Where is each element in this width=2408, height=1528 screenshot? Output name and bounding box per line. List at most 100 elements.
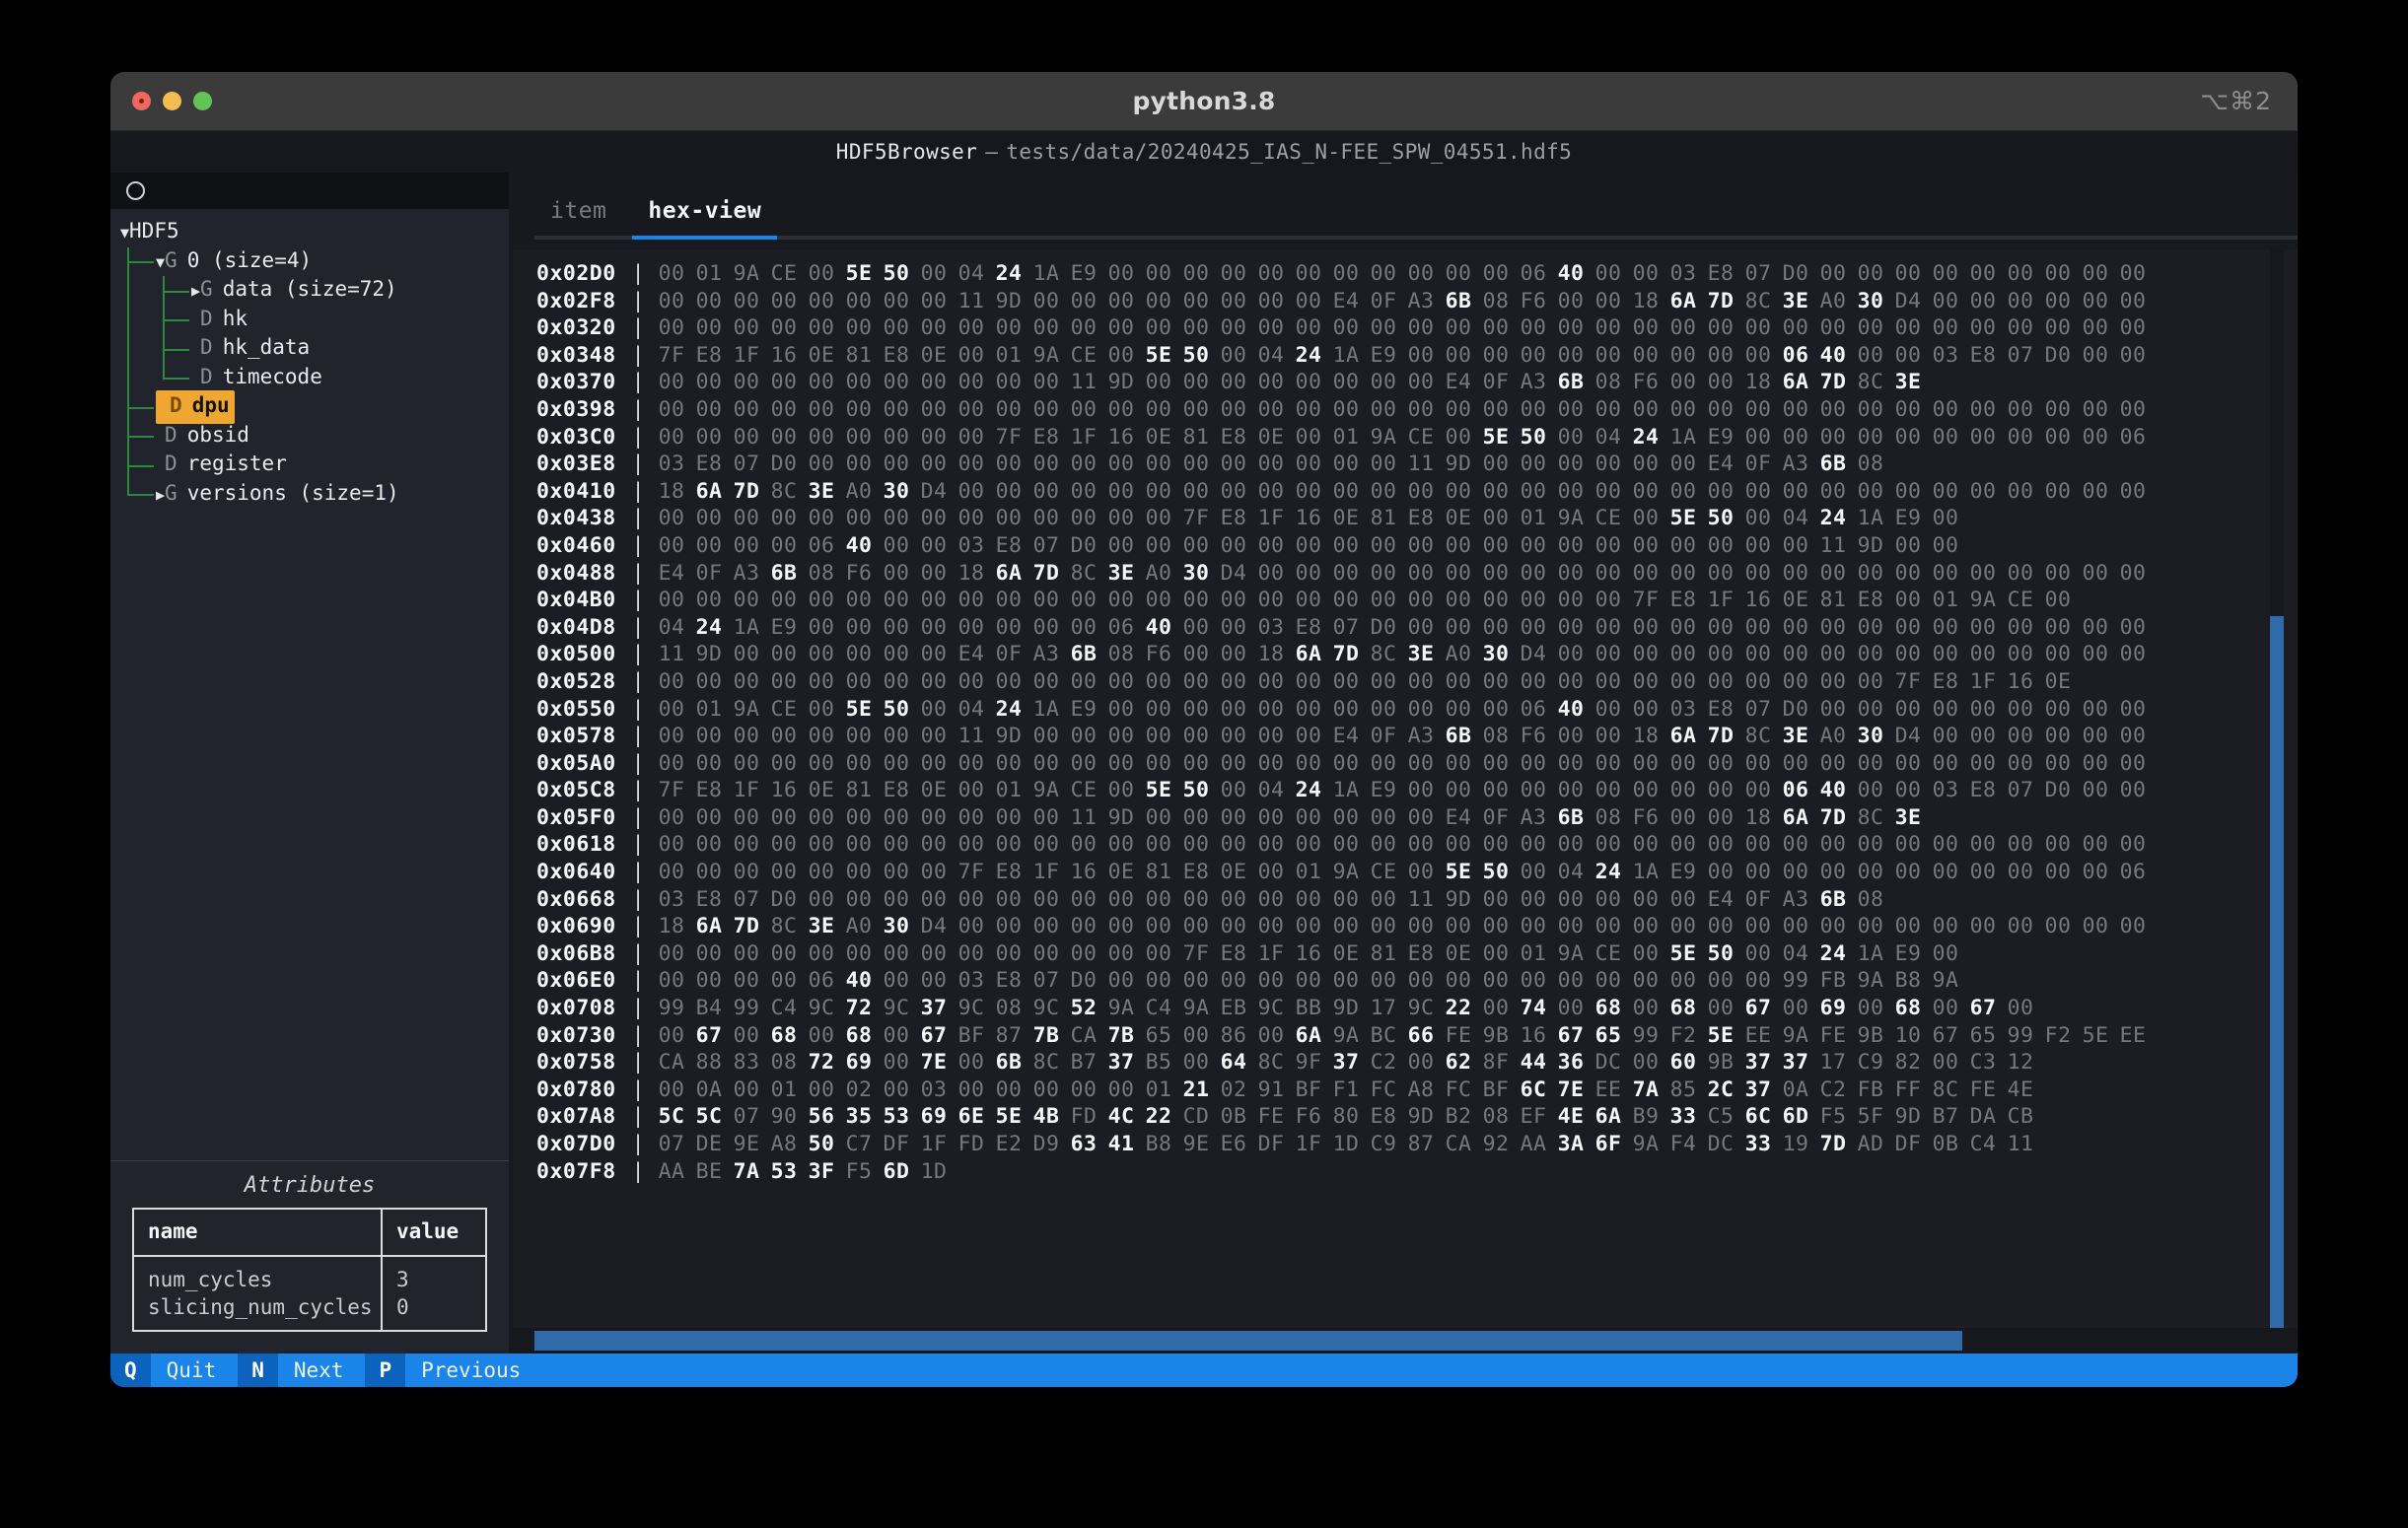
- hex-byte: 00: [658, 724, 685, 749]
- tree-node-HDF5[interactable]: ▼HDF5: [110, 218, 509, 247]
- hex-byte: E8: [1407, 940, 1435, 966]
- hex-byte: 00: [1145, 940, 1172, 966]
- tree-node-obsid[interactable]: ▶Dobsid: [110, 421, 509, 451]
- chevron-down-icon[interactable]: ▼: [156, 253, 165, 271]
- hex-byte: 00: [1669, 478, 1697, 504]
- hex-byte: 00: [1819, 478, 1847, 504]
- footer-action-previous[interactable]: Previous: [405, 1354, 542, 1387]
- hex-byte: 00: [1107, 1077, 1135, 1102]
- hex-row: 0x0320 | 00 00 00 00 00 00 00 00 00 00 00 00 00 00 00 00 0…: [513, 315, 2270, 343]
- hex-byte: 00: [1520, 832, 1547, 858]
- hex-byte: 00: [2007, 315, 2034, 341]
- tree-node-register[interactable]: ▶Dregister: [110, 451, 509, 480]
- tree-node-0[interactable]: ▼G 0 (size=4): [110, 246, 509, 277]
- hex-byte: 08: [1482, 724, 1510, 749]
- hex-byte: 18: [1744, 804, 1772, 830]
- chevron-down-icon[interactable]: ▼: [120, 224, 129, 242]
- tab-hex-view[interactable]: hex-view: [632, 198, 778, 240]
- hex-byte: E8: [695, 451, 723, 477]
- hex-byte: 9A: [1332, 1022, 1360, 1048]
- hex-byte: 18: [957, 560, 985, 586]
- hex-byte: 00: [1594, 724, 1622, 749]
- horizontal-scrollbar[interactable]: [513, 1328, 2298, 1354]
- hex-bytes: 00 00 00 00 00 00 00 00 00 00 00 00 00 00 00 00 00 00 00 00…: [659, 832, 2158, 857]
- hex-byte: 00: [920, 832, 948, 858]
- footer-key-quit[interactable]: Q: [110, 1354, 151, 1387]
- hex-byte: 00: [1257, 288, 1285, 313]
- tab-item[interactable]: item: [534, 198, 623, 240]
- vertical-scrollbar[interactable]: [2270, 249, 2284, 1328]
- hex-byte: 00: [1332, 750, 1360, 776]
- hex-byte: 00: [920, 940, 948, 966]
- hex-byte: C2: [1370, 1050, 1397, 1076]
- hex-byte: 18: [658, 478, 685, 504]
- hex-byte: 08: [1482, 288, 1510, 313]
- hex-byte: 00: [1482, 886, 1510, 912]
- close-window-button[interactable]: [132, 92, 151, 110]
- hex-byte: 18: [1744, 370, 1772, 395]
- footer-key-next[interactable]: N: [238, 1354, 278, 1387]
- tree-node-hk_data[interactable]: ▶Dhk_data: [110, 334, 509, 364]
- hex-byte: 00: [1295, 668, 1322, 694]
- hex-byte: 00: [808, 315, 835, 341]
- hex-byte: 00: [1332, 261, 1360, 286]
- hex-byte: 1A: [1332, 342, 1360, 368]
- hex-byte: D0: [770, 451, 798, 477]
- hex-byte: 00: [695, 832, 723, 858]
- hex-byte: 00: [1032, 832, 1060, 858]
- hex-byte: 00: [883, 614, 910, 640]
- hex-byte: 00: [1182, 968, 1210, 994]
- hex-byte: 3E: [1894, 370, 1922, 395]
- tabbar[interactable]: item hex-view: [513, 173, 2298, 240]
- hex-row: 0x0708 | 99 B4 99 C4 9C 72 9C 37 9C 08 9C 52 9A C4 9A EB 9…: [513, 996, 2270, 1023]
- hex-byte: EB: [1220, 996, 1247, 1021]
- chevron-right-icon[interactable]: ▶: [191, 282, 200, 300]
- hex-byte: 00: [1932, 1050, 1959, 1076]
- hex-byte: 00: [1220, 832, 1247, 858]
- hex-byte: 00: [957, 424, 985, 450]
- hex-byte: 30: [1857, 288, 1884, 313]
- hex-byte: F6: [1520, 288, 1547, 313]
- hex-rows-container[interactable]: 0x02D0 | 00 01 9A CE 00 5E 50 00 04 24 1A E9 00 00 00 00 0…: [513, 249, 2270, 1328]
- hex-byte: A0: [845, 914, 873, 939]
- footer-key-previous[interactable]: P: [365, 1354, 406, 1387]
- hex-byte: 00: [1520, 315, 1547, 341]
- hex-byte: 00: [957, 478, 985, 504]
- hex-byte: 00: [1182, 642, 1210, 667]
- hex-byte: 00: [1257, 1022, 1285, 1048]
- footer-action-next[interactable]: Next: [278, 1354, 366, 1387]
- hex-byte: 1F: [1032, 860, 1060, 885]
- hex-byte: 00: [995, 750, 1023, 776]
- hex-byte: CE: [1070, 778, 1098, 803]
- tree-node-timecode[interactable]: ▶Dtimecode: [110, 363, 509, 393]
- hex-byte: 00: [1932, 614, 1959, 640]
- hex-byte: 00: [2119, 750, 2147, 776]
- hex-byte: 92: [1482, 1132, 1510, 1156]
- hex-byte: CE: [1594, 940, 1622, 966]
- hex-byte: D4: [1220, 560, 1247, 586]
- chevron-right-icon[interactable]: ▶: [156, 486, 165, 504]
- tree-node-dpu[interactable]: ▶Ddpu: [110, 389, 509, 424]
- hex-byte: 00: [920, 506, 948, 531]
- maximize-window-button[interactable]: [193, 92, 212, 110]
- tree-node-label: hk_data: [222, 335, 311, 359]
- hex-byte: 00: [957, 315, 985, 341]
- hex-byte: 00: [1370, 478, 1397, 504]
- tree-node-hk[interactable]: ▶Dhk: [110, 305, 509, 335]
- horizontal-scrollbar-thumb[interactable]: [534, 1331, 1962, 1351]
- tree-node-data[interactable]: ▶G data (size=72): [110, 276, 509, 306]
- hex-byte: 8C: [770, 914, 798, 939]
- hex-byte: 07: [1744, 696, 1772, 722]
- vertical-scrollbar-thumb[interactable]: [2270, 615, 2284, 1328]
- hex-byte: 00: [1145, 532, 1172, 558]
- minimize-window-button[interactable]: [163, 92, 181, 110]
- footer-action-quit[interactable]: Quit: [151, 1354, 239, 1387]
- hex-byte: 5E: [1445, 860, 1472, 885]
- tree-node-versions[interactable]: ▶G versions (size=1): [110, 479, 509, 510]
- hdf5-tree[interactable]: ▼HDF5▼G0 (size=4)▶Gdata (size=72)▶Dhk▶Dh…: [110, 209, 509, 1160]
- hex-byte: 00: [1744, 968, 1772, 994]
- hex-byte: 00: [957, 614, 985, 640]
- hex-byte: 37: [1744, 1077, 1772, 1102]
- hex-byte: 00: [1445, 696, 1472, 722]
- hex-byte: 00: [1370, 315, 1397, 341]
